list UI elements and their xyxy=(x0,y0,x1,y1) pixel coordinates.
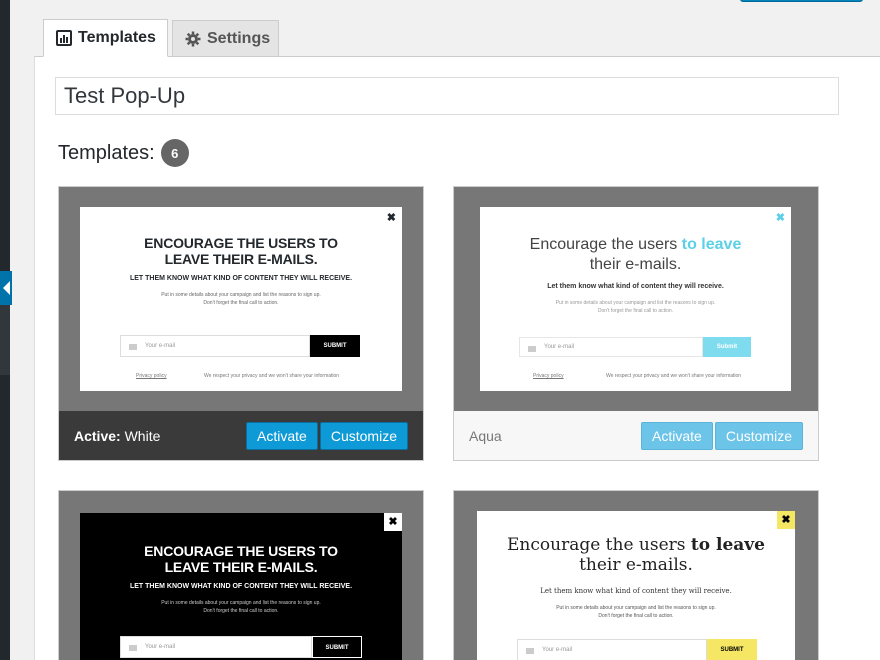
popup-submit-button: SUBMIT xyxy=(312,636,362,658)
template-preview[interactable]: ✖ Encourage the users to leave their e-m… xyxy=(454,187,818,411)
popup-description: Put in some details about your campaign … xyxy=(477,604,795,620)
popup-heading-end: their e-mails. xyxy=(589,256,682,273)
popup-form: Your e-mail SUBMIT xyxy=(120,636,362,658)
template-name-label: Aqua xyxy=(469,427,502,444)
popup-heading-end: their e-mails. xyxy=(579,555,693,575)
activate-button[interactable]: Activate xyxy=(246,421,318,450)
popup-privacy-link: Privacy policy xyxy=(533,373,564,379)
tab-templates-label: Templates xyxy=(78,29,156,46)
popup-subheading: Let them know what kind of content they … xyxy=(547,283,724,290)
popup-heading-accent: to leave xyxy=(690,535,765,555)
popup-description-line2: Don't forget the final call to action. xyxy=(597,308,674,314)
collapse-menu-arrow-icon[interactable] xyxy=(0,271,12,305)
popup-heading-accent: to leave xyxy=(681,236,742,253)
popup-email-field: Your e-mail xyxy=(517,639,707,660)
popup-subheading: Let them know what kind of content they … xyxy=(540,587,732,595)
admin-sidebar-segment xyxy=(0,300,10,375)
template-preview[interactable]: ✖ ENCOURAGE THE USERS TO LEAVE THEIR E-M… xyxy=(59,491,423,660)
popup-form: Your e-mail SUBMIT xyxy=(120,335,360,357)
templates-panel: Templates: 6 ✖ ENCOURAGE THE USERS TO LE… xyxy=(34,56,880,660)
popup-email-field: Your e-mail xyxy=(120,335,310,357)
popup-email-field: Your e-mail xyxy=(120,636,312,658)
popup-submit-button: Submit xyxy=(703,337,751,357)
popup-privacy-note: We respect your privacy and we won't sha… xyxy=(204,373,340,379)
popup-form: Your e-mail Submit xyxy=(519,337,751,357)
popup-description-line1: Put in some details about your campaign … xyxy=(161,292,321,298)
popup-privacy-note: We respect your privacy and we won't sha… xyxy=(606,373,742,379)
template-preview[interactable]: ✖ Encourage the users to leave their e-m… xyxy=(454,491,818,660)
top-action-button[interactable] xyxy=(740,0,863,2)
template-card-footer: Aqua Activate Customize xyxy=(454,411,818,460)
customize-button[interactable]: Customize xyxy=(714,421,803,450)
template-name: Active: White xyxy=(74,428,244,444)
template-card-yellow[interactable]: ✖ Encourage the users to leave their e-m… xyxy=(453,490,819,660)
popup-mock: ✖ ENCOURAGE THE USERS TO LEAVE THEIR E-M… xyxy=(80,513,402,660)
popup-submit-button: SUBMIT xyxy=(707,639,757,660)
customize-button[interactable]: Customize xyxy=(319,421,408,450)
popup-mock: ✖ Encourage the users to leave their e-m… xyxy=(477,511,795,660)
activate-button[interactable]: Activate xyxy=(641,421,713,450)
templates-heading: Templates: 6 xyxy=(58,139,189,167)
chart-icon xyxy=(56,30,72,46)
popup-description-line2: Don't forget the final call to action. xyxy=(598,613,674,619)
popup-heading: Encourage the users to leave their e-mai… xyxy=(477,535,795,575)
template-preview[interactable]: ✖ ENCOURAGE THE USERS TO LEAVE THEIR E-M… xyxy=(59,187,423,411)
popup-description-line2: Don't forget the final call to action. xyxy=(203,608,279,614)
popup-description-line1: Put in some details about your campaign … xyxy=(161,600,321,606)
close-icon: ✖ xyxy=(777,511,795,529)
popup-description-line1: Put in some details about your campaign … xyxy=(555,300,716,306)
popup-mock: ✖ ENCOURAGE THE USERS TO LEAVE THEIR E-M… xyxy=(80,207,402,391)
gear-icon xyxy=(185,31,201,47)
popup-subheading: LET THEM KNOW WHAT KIND OF CONTENT THEY … xyxy=(129,583,353,590)
templates-heading-label: Templates: xyxy=(58,141,155,164)
close-icon: ✖ xyxy=(386,212,396,224)
popup-description: Put in some details about your campaign … xyxy=(480,299,791,315)
popup-mock: ✖ Encourage the users to leave their e-m… xyxy=(480,207,791,391)
popup-heading-start: Encourage the users xyxy=(529,236,678,253)
template-card-black[interactable]: ✖ ENCOURAGE THE USERS TO LEAVE THEIR E-M… xyxy=(58,490,424,660)
admin-sidebar xyxy=(0,0,10,660)
tab-settings[interactable]: Settings xyxy=(172,20,279,57)
active-label: Active: xyxy=(74,427,121,444)
popup-description: Put in some details about your campaign … xyxy=(80,291,402,307)
popup-privacy-link: Privacy policy xyxy=(136,373,167,379)
template-card-aqua[interactable]: ✖ Encourage the users to leave their e-m… xyxy=(453,186,819,461)
popup-heading-start: Encourage the users xyxy=(507,535,686,555)
popup-heading: ENCOURAGE THE USERS TO LEAVE THEIR E-MAI… xyxy=(144,235,338,267)
popup-description: Put in some details about your campaign … xyxy=(80,599,402,615)
popup-heading: Encourage the users to leave their e-mai… xyxy=(480,235,791,275)
popup-submit-button: SUBMIT xyxy=(310,335,360,357)
popup-title-input[interactable] xyxy=(55,77,839,115)
popup-description-line1: Put in some details about your campaign … xyxy=(556,605,716,611)
popup-email-field: Your e-mail xyxy=(519,337,703,357)
close-icon: ✖ xyxy=(775,212,785,224)
popup-form: Your e-mail SUBMIT xyxy=(517,639,757,660)
popup-description-line2: Don't forget the final call to action. xyxy=(203,300,279,306)
tab-settings-label: Settings xyxy=(207,29,271,47)
tab-templates[interactable]: Templates xyxy=(43,19,168,57)
template-card-white[interactable]: ✖ ENCOURAGE THE USERS TO LEAVE THEIR E-M… xyxy=(58,186,424,461)
popup-subheading: LET THEM KNOW WHAT KIND OF CONTENT THEY … xyxy=(129,275,353,282)
template-name-label: White xyxy=(124,427,161,444)
template-card-footer: Active: White Activate Customize xyxy=(59,411,423,460)
close-icon: ✖ xyxy=(384,513,402,531)
popup-heading: ENCOURAGE THE USERS TO LEAVE THEIR E-MAI… xyxy=(144,543,338,575)
templates-count-badge: 6 xyxy=(160,139,189,167)
